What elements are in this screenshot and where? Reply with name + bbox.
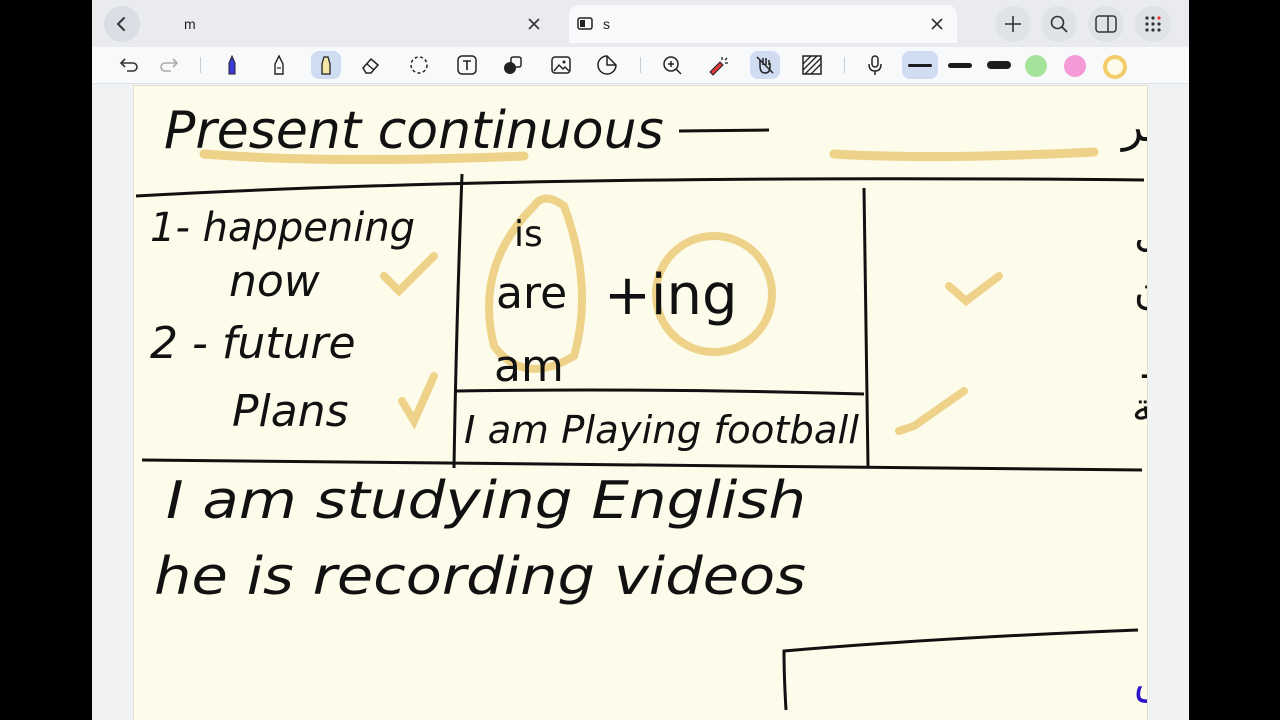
note-page[interactable]: Present continuous المضارع المستمر 1- ha…: [134, 86, 1147, 720]
eraser-icon: [362, 57, 380, 74]
chevron-left-icon: [116, 17, 125, 31]
more-button[interactable]: [1135, 6, 1171, 42]
back-button[interactable]: [104, 6, 140, 42]
verb-is: is: [514, 214, 543, 255]
pattern-tool[interactable]: [797, 51, 827, 79]
checkmark-1: [380, 252, 438, 297]
mic-icon: [868, 55, 882, 75]
title-dash: [678, 128, 770, 133]
sidebar-button[interactable]: [1088, 6, 1124, 42]
text-icon: [457, 55, 477, 75]
pencil-tool[interactable]: [264, 51, 294, 79]
pen-tool[interactable]: [217, 51, 247, 79]
shapes-tool[interactable]: [498, 51, 528, 79]
shapes-icon: [504, 56, 522, 74]
redo-button[interactable]: [154, 51, 184, 79]
stroke-medium-line: [948, 62, 972, 68]
new-tab-button[interactable]: [995, 6, 1031, 42]
left-point-1a: 1- happening: [150, 205, 415, 251]
middle-example: I am Playing football: [464, 408, 859, 452]
right-point-1: 1- شيء يحصل: [1134, 210, 1147, 256]
color-green[interactable]: [1025, 55, 1047, 77]
hand-tool[interactable]: [750, 51, 780, 79]
right-point-2b: مستقبلية: [1132, 385, 1147, 431]
sticker-tool[interactable]: [592, 51, 622, 79]
table-line-top: [135, 177, 1145, 198]
color-pink[interactable]: [1064, 55, 1086, 77]
title-arabic: المضارع المستمر: [1120, 101, 1147, 152]
pen-icon: [228, 54, 236, 75]
left-point-2a: 2 - future: [150, 318, 356, 369]
close-icon[interactable]: [524, 14, 544, 34]
example-sentence-2: he is recording videos: [154, 547, 806, 607]
ing-suffix: +ing: [604, 263, 738, 328]
toolbar-divider: [640, 57, 641, 73]
toolbar-divider: [200, 57, 201, 73]
tab-bar: m s: [92, 0, 1189, 47]
mic-button[interactable]: [860, 51, 890, 79]
left-point-1b: now: [229, 256, 321, 307]
tab-m[interactable]: m: [174, 5, 554, 43]
handwriting-layer: Present continuous المضارع المستمر 1- ha…: [135, 101, 1147, 711]
table-line-bottom: [141, 458, 1143, 472]
drawing-toolbar: [92, 47, 1189, 84]
zoom-tool[interactable]: [657, 51, 687, 79]
sidebar-icon: [1095, 15, 1117, 33]
close-icon[interactable]: [927, 14, 947, 34]
image-tool[interactable]: [546, 51, 576, 79]
laser-icon: [709, 57, 728, 76]
highlighter-icon: [321, 56, 331, 75]
stroke-thick-line: [987, 61, 1011, 69]
table-divider-left: [452, 173, 464, 469]
text-tool[interactable]: [452, 51, 482, 79]
image-icon: [551, 56, 571, 74]
highlight-title-ar: [829, 147, 1099, 162]
stroke-thin[interactable]: [902, 51, 938, 79]
sticker-icon: [597, 55, 617, 75]
undo-button[interactable]: [114, 51, 144, 79]
laser-tool[interactable]: [702, 51, 732, 79]
hand-icon: [756, 56, 774, 74]
right-point-2: 2- خطط: [1139, 342, 1147, 388]
notes-app: m s Present continuous ر 1- happening no…: [92, 0, 1189, 720]
table-divider-right: [862, 187, 870, 467]
highlighter-tool[interactable]: [311, 51, 341, 79]
plus-icon: [1005, 16, 1021, 32]
eraser-tool[interactable]: [356, 51, 386, 79]
verb-are: are: [496, 268, 567, 319]
search-button[interactable]: [1041, 6, 1077, 42]
checkmark-2: [398, 372, 438, 430]
stroke-thin-line: [908, 63, 932, 67]
checkmark-3: [945, 272, 1003, 307]
redo-icon: [160, 58, 179, 72]
verb-am: am: [494, 341, 564, 392]
tab-label: s: [603, 16, 610, 32]
checkmark-4: [895, 387, 968, 435]
left-point-2b: Plans: [232, 386, 349, 437]
lasso-tool[interactable]: [404, 51, 434, 79]
stroke-medium[interactable]: [942, 51, 978, 79]
tab-label: m: [184, 16, 196, 32]
stroke-thick[interactable]: [981, 51, 1017, 79]
right-point-1b: الآن: [1134, 268, 1147, 314]
color-yellow-selected[interactable]: [1103, 55, 1127, 79]
undo-icon: [119, 58, 138, 72]
pencil-icon: [274, 54, 284, 75]
title-english: Present continuous: [164, 101, 664, 161]
zoom-icon: [663, 56, 682, 75]
example-sentence-1: I am studying English: [166, 471, 806, 531]
channel-name: قناة مان المهندس: [1134, 657, 1147, 703]
toolbar-divider: [844, 57, 845, 73]
channel-box: [782, 628, 1139, 711]
document-icon: [577, 17, 593, 30]
search-icon: [1050, 15, 1068, 33]
tab-s[interactable]: s: [569, 5, 957, 43]
pattern-icon: [802, 55, 822, 75]
lasso-icon: [410, 56, 428, 74]
grid-dots-icon: [1145, 16, 1161, 32]
